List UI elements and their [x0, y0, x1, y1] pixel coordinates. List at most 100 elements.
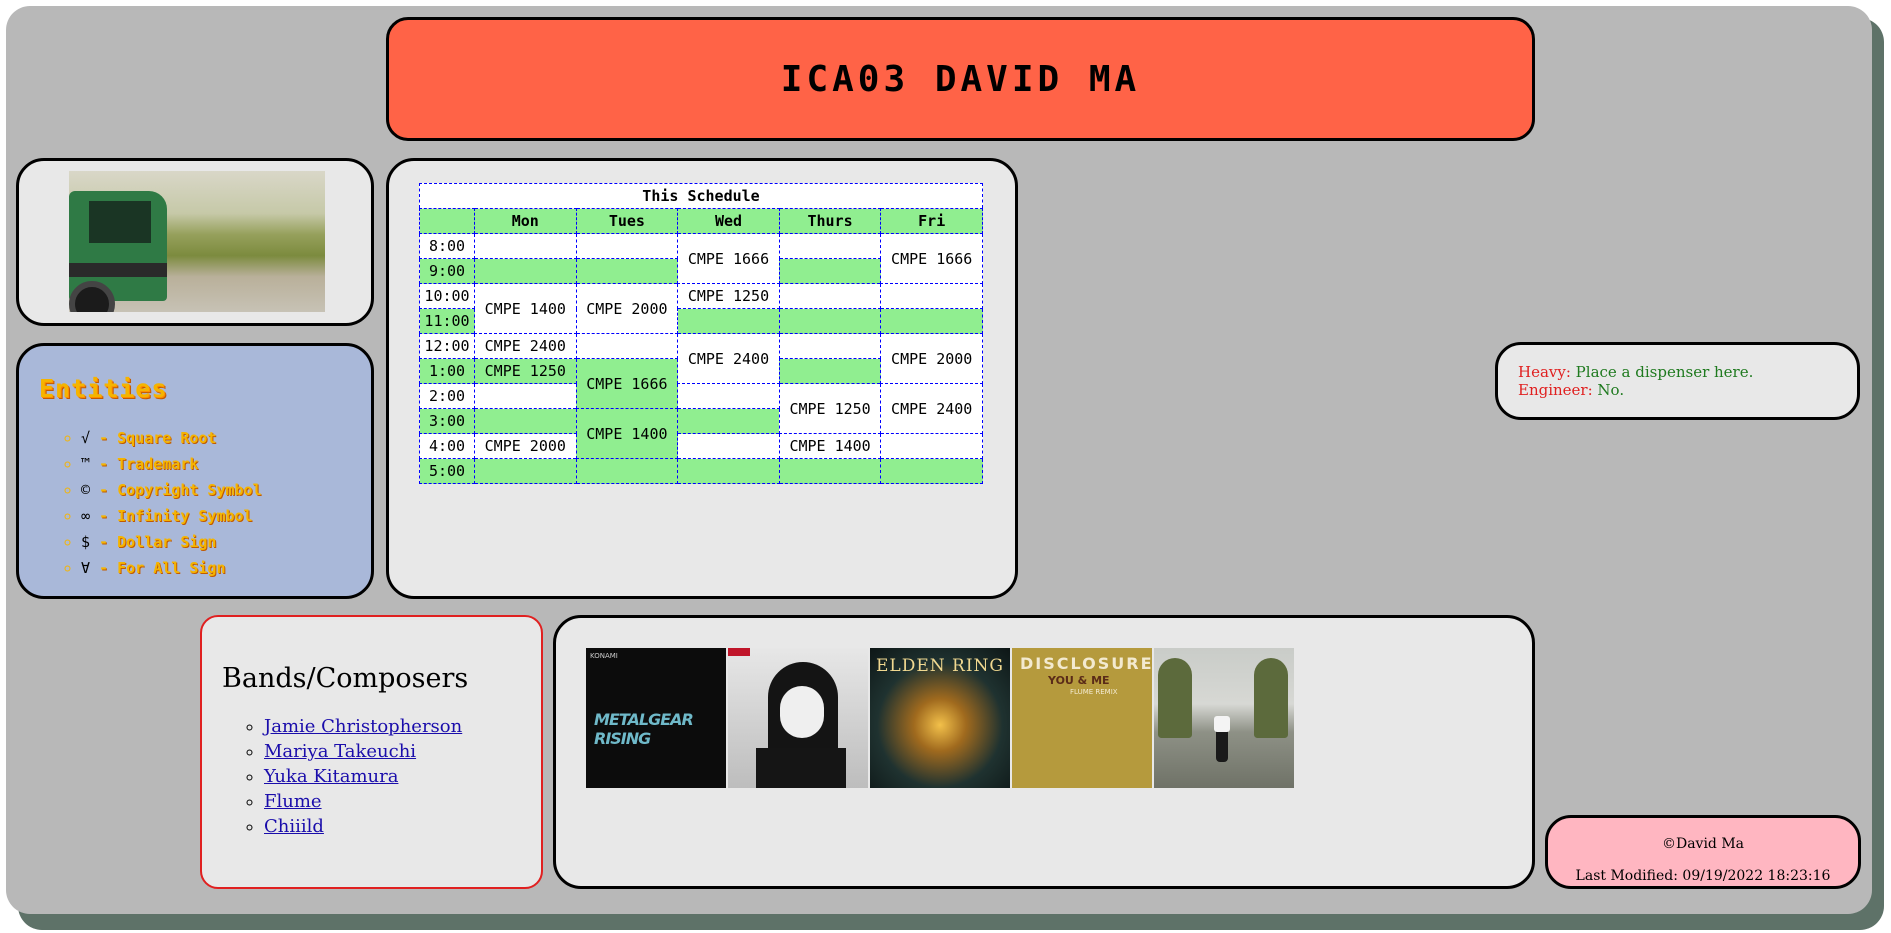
empty-cell	[677, 408, 780, 434]
page-title: ICA03 DAVID MA	[780, 58, 1141, 100]
heavy-label: Heavy:	[1518, 363, 1571, 381]
band-link[interactable]: Yuka Kitamura	[264, 766, 398, 787]
trademark-symbol: ™	[81, 455, 91, 473]
course-cell: CMPE 1250	[677, 283, 780, 309]
bands-list: Jamie Christopherson Mariya Takeuchi Yuk…	[244, 714, 541, 839]
entity-item: ™ - Trademark	[81, 451, 371, 477]
entity-label: - Copyright Symbol	[90, 481, 262, 499]
truck-window	[89, 201, 151, 243]
entity-label: - Infinity Symbol	[90, 507, 253, 525]
band-item: Flume	[264, 789, 541, 814]
schedule-table: This Schedule Mon Tues Wed Thurs Fri 8:0…	[419, 183, 983, 484]
band-link[interactable]: Flume	[264, 791, 322, 812]
cover-title: ELDEN RING	[876, 656, 1004, 676]
time-cell: 11:00	[419, 308, 475, 334]
entity-label: - Square Root	[90, 429, 217, 447]
band-item: Jamie Christopherson	[264, 714, 541, 739]
cover-tree	[1254, 658, 1288, 738]
footer-panel: ©David Ma Last Modified: 09/19/2022 18:2…	[1545, 815, 1861, 889]
empty-cell	[880, 458, 983, 484]
schedule-panel: This Schedule Mon Tues Wed Thurs Fri 8:0…	[386, 158, 1018, 599]
schedule-corner-cell	[419, 208, 475, 234]
band-link[interactable]: Mariya Takeuchi	[264, 741, 416, 762]
empty-cell	[474, 233, 577, 259]
day-header: Tues	[575, 208, 679, 234]
empty-cell	[880, 433, 983, 459]
empty-cell	[880, 308, 983, 334]
engineer-text: No.	[1592, 381, 1625, 399]
empty-cell	[778, 233, 882, 259]
album-cover-mariya[interactable]	[728, 648, 868, 788]
copyright-symbol: ©	[81, 481, 91, 499]
bands-heading: Bands/Composers	[222, 663, 469, 694]
empty-cell	[474, 383, 577, 409]
empty-cell	[575, 458, 679, 484]
heavy-line: Heavy: Place a dispenser here.	[1518, 363, 1837, 381]
cover-brand: KONAMI	[590, 652, 618, 660]
empty-cell	[778, 358, 882, 384]
time-cell: 10:00	[419, 283, 475, 309]
band-item: Chiiild	[264, 814, 541, 839]
album-cover-metal-gear[interactable]: KONAMI METALGEAR RISING	[586, 648, 726, 788]
entity-item: √ - Square Root	[81, 425, 371, 451]
schedule-caption: This Schedule	[419, 183, 983, 208]
day-header: Mon	[474, 208, 577, 234]
band-item: Mariya Takeuchi	[264, 739, 541, 764]
truck-bumper	[69, 263, 167, 277]
empty-cell	[677, 433, 780, 459]
day-header: Thurs	[778, 208, 882, 234]
empty-cell	[677, 383, 780, 409]
empty-cell	[474, 258, 577, 284]
course-cell: CMPE 2000	[880, 333, 983, 384]
empty-cell	[880, 283, 983, 309]
album-cover-elden-ring[interactable]: ELDEN RING	[870, 648, 1010, 788]
empty-cell	[575, 333, 679, 359]
time-cell: 2:00	[419, 383, 475, 409]
entity-item: ∀ - For All Sign	[81, 555, 371, 581]
heavy-quote-panel: Heavy: Place a dispenser here. Engineer:…	[1495, 342, 1860, 420]
empty-cell	[677, 308, 780, 334]
time-cell: 5:00	[419, 458, 475, 484]
bands-panel: Bands/Composers Jamie Christopherson Mar…	[200, 615, 543, 889]
entity-item: © - Copyright Symbol	[81, 477, 371, 503]
entity-label: - Dollar Sign	[90, 533, 217, 551]
band-link[interactable]: Jamie Christopherson	[264, 716, 462, 737]
empty-cell	[778, 258, 882, 284]
time-cell: 4:00	[419, 433, 475, 459]
truck-gif-panel	[16, 158, 374, 326]
empty-cell	[778, 333, 882, 359]
course-cell: CMPE 2000	[474, 433, 577, 459]
course-cell: CMPE 1400	[778, 433, 882, 459]
cover-uniform	[756, 748, 846, 788]
time-cell: 12:00	[419, 333, 475, 359]
entities-list: √ - Square Root ™ - Trademark © - Copyri…	[61, 425, 371, 581]
entities-heading: Entities	[39, 374, 168, 403]
course-cell: CMPE 1400	[575, 408, 679, 459]
time-cell: 8:00	[419, 233, 475, 259]
empty-cell	[575, 258, 679, 284]
heavy-text: Place a dispenser here.	[1570, 363, 1754, 381]
empty-cell	[778, 458, 882, 484]
course-cell: CMPE 1666	[575, 358, 679, 409]
copyright-text: ©David Ma	[1661, 836, 1745, 852]
engineer-line: Engineer: No.	[1518, 381, 1837, 399]
header-banner: ICA03 DAVID MA	[386, 17, 1535, 141]
last-modified-text: Last Modified: 09/19/2022 18:23:16	[1575, 868, 1831, 884]
album-cover-disclosure[interactable]: DISCLOSURE YOU & ME FLUME REMIX	[1012, 648, 1152, 788]
day-header: Fri	[880, 208, 983, 234]
entity-item: ∞ - Infinity Symbol	[81, 503, 371, 529]
cover-subtitle: YOU & ME	[1048, 674, 1110, 687]
day-header: Wed	[677, 208, 780, 234]
cover-shirt	[1214, 716, 1230, 732]
course-cell: CMPE 1666	[880, 233, 983, 284]
album-covers-row: KONAMI METALGEAR RISING ELDEN RING DISCL…	[586, 648, 1294, 788]
time-cell: 1:00	[419, 358, 475, 384]
album-cover-chiiild[interactable]	[1154, 648, 1294, 788]
dollar-symbol: $	[81, 533, 91, 551]
cover-title: METALGEAR RISING	[594, 710, 694, 748]
band-link[interactable]: Chiiild	[264, 816, 324, 837]
empty-cell	[474, 408, 577, 434]
course-cell: CMPE 1400	[474, 283, 577, 334]
cover-face	[780, 686, 824, 738]
engineer-label: Engineer:	[1518, 381, 1593, 399]
